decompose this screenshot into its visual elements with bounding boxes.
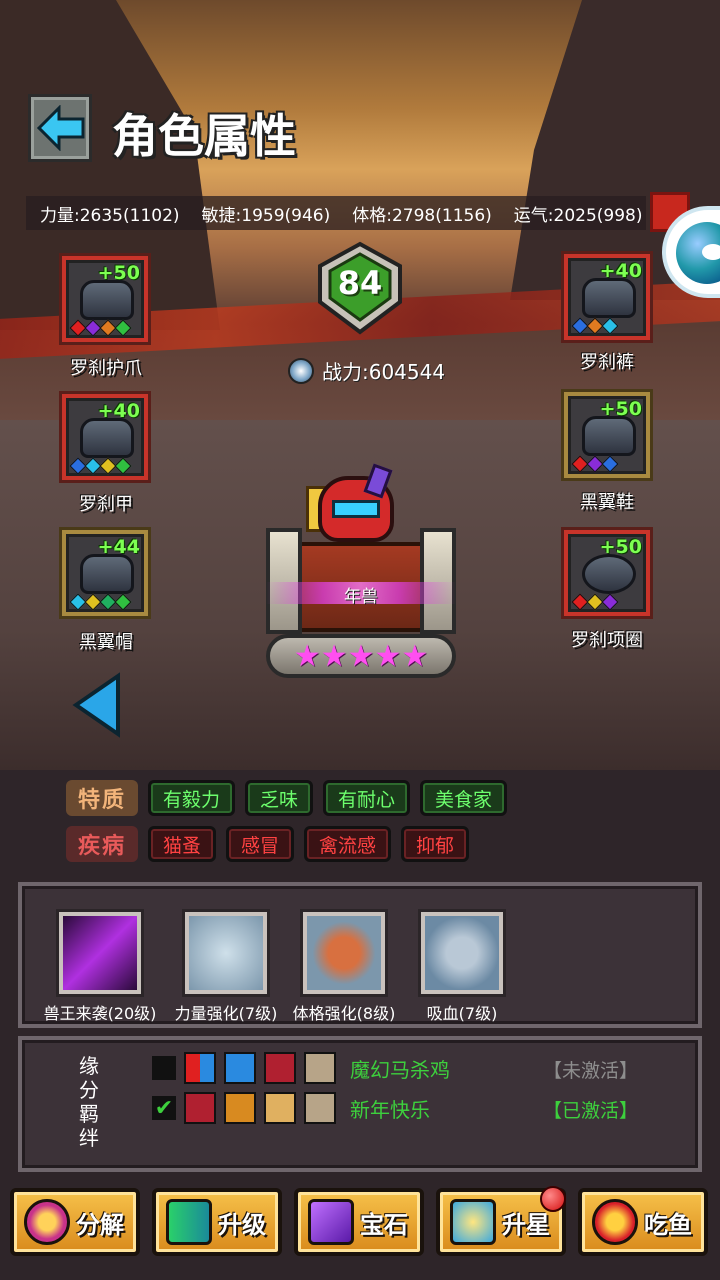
gem-button[interactable]: 宝石: [294, 1188, 424, 1256]
skill-beast-king[interactable]: 兽王来袭(20级): [40, 912, 160, 1024]
hero-sprite[interactable]: [306, 463, 410, 576]
equip-slot-hat[interactable]: +44: [62, 530, 148, 616]
disease-pill[interactable]: 抑郁: [401, 826, 470, 862]
fist-icon: [303, 912, 385, 994]
bond-name: 魔幻马杀鸡: [350, 1057, 450, 1082]
equip-slot-pants[interactable]: +40: [564, 254, 650, 340]
stat-luck: 运气:2025(998): [513, 205, 643, 226]
equip-slot-armor[interactable]: +40: [62, 394, 148, 480]
hero-name: 年兽: [344, 587, 378, 607]
disease-row: 疾病 猫蚤 感冒 禽流感 抑郁: [66, 826, 470, 862]
hero-portrait: [224, 1052, 256, 1084]
empty-portrait: [304, 1052, 336, 1084]
claw-icon: [80, 280, 134, 320]
hero-portrait: [264, 1052, 296, 1084]
notification-dot: [540, 1186, 566, 1212]
gem-sockets: [69, 319, 132, 337]
level-badge: 84: [312, 240, 408, 336]
hero-portrait: [264, 1092, 296, 1124]
gem-sockets: [69, 593, 132, 611]
pants-icon: [582, 278, 636, 318]
equip-label-shoes: 黑翼鞋: [580, 492, 634, 513]
hat-icon: [80, 554, 134, 594]
hero-portrait: [224, 1092, 256, 1124]
empty-portrait: [304, 1092, 336, 1124]
bond-row[interactable]: 魔幻马杀鸡: [152, 1052, 450, 1084]
shoes-icon: [582, 416, 636, 456]
disease-heading: 疾病: [66, 826, 138, 862]
beast-claw-icon: [59, 912, 141, 994]
disease-pill[interactable]: 感冒: [226, 826, 295, 862]
equip-label-armor: 罗刹甲: [79, 494, 133, 515]
equip-label-pants: 罗刹裤: [580, 352, 634, 373]
page-title: 角色属性: [112, 109, 296, 163]
skills-panel: 兽王来袭(20级) 力量强化(7级) 体格强化(8级) 吸血(7级): [18, 882, 702, 1028]
stat-strength: 力量:2635(1102): [40, 205, 180, 226]
gem-sockets: [69, 457, 132, 475]
equip-slot-shoes[interactable]: +50: [564, 392, 650, 478]
skill-label: 吸血(7级): [426, 1004, 498, 1023]
gem-icon: [308, 1199, 354, 1245]
skill-label: 体格强化(8级): [292, 1004, 396, 1023]
decompose-icon: [24, 1199, 70, 1245]
gem-label: 宝石: [360, 1210, 408, 1239]
trait-pill[interactable]: 有耐心: [323, 780, 411, 816]
stat-constitution: 体格:2798(1156): [352, 205, 492, 226]
upgrade-icon: [166, 1199, 212, 1245]
bond-status: 【已激活】: [542, 1100, 638, 1122]
upgrade-button[interactable]: 升级: [152, 1188, 282, 1256]
cross-star-icon: [450, 1199, 496, 1245]
gem-sockets: [571, 593, 619, 611]
gem-sockets: [571, 317, 619, 335]
skill-lifesteal[interactable]: 吸血(7级): [402, 912, 522, 1024]
star-rating: ★★★★★: [266, 634, 456, 678]
eat-fish-label: 吃鱼: [644, 1210, 692, 1239]
skill-label: 兽王来袭(20级): [43, 1004, 157, 1023]
combat-power: 战力:604544: [288, 356, 445, 385]
bond-name: 新年快乐: [350, 1097, 430, 1122]
shield-icon: [288, 357, 314, 384]
upgrade-label: 升级: [218, 1210, 266, 1239]
cup-icon: [421, 912, 503, 994]
bond-checkbox: [152, 1056, 176, 1080]
disease-pill[interactable]: 禽流感: [304, 826, 392, 862]
trait-pill[interactable]: 有毅力: [148, 780, 236, 816]
hero-portrait: [184, 1052, 216, 1084]
trait-row: 特质 有毅力 乏味 有耐心 美食家: [66, 780, 508, 816]
skill-strength-boost[interactable]: 力量强化(7级): [166, 912, 286, 1024]
stat-agility: 敏捷:1959(946): [201, 205, 331, 226]
fish-icon: [592, 1199, 638, 1245]
skill-label: 力量强化(7级): [174, 1004, 278, 1023]
equip-slot-necklace[interactable]: +50: [564, 530, 650, 616]
decompose-label: 分解: [76, 1210, 124, 1239]
equip-label-necklace: 罗刹项圈: [571, 630, 643, 651]
decompose-button[interactable]: 分解: [10, 1188, 140, 1256]
bond-status: 【未激活】: [542, 1060, 638, 1082]
equip-slot-claw[interactable]: +50: [62, 256, 148, 342]
attribute-bar: 力量:2635(1102) 敏捷:1959(946) 体格:2798(1156)…: [26, 196, 646, 230]
disease-pill[interactable]: 猫蚤: [148, 826, 217, 862]
trait-pill[interactable]: 美食家: [420, 780, 508, 816]
hero-portrait: [184, 1092, 216, 1124]
star-up-label: 升星: [502, 1210, 550, 1239]
gem-sockets: [571, 455, 619, 473]
trait-pill[interactable]: 乏味: [245, 780, 314, 816]
bond-checkbox: ✔: [152, 1096, 176, 1121]
bond-row[interactable]: ✔ 新年快乐: [152, 1092, 430, 1124]
armor-icon: [80, 418, 134, 458]
bonds-panel: 缘分羁绊 魔幻马杀鸡 【未激活】 ✔ 新年快乐 【已激活】: [18, 1036, 702, 1172]
bonds-heading: 缘分羁绊: [79, 1054, 99, 1150]
equip-label-claw: 罗刹护爪: [70, 358, 142, 379]
level-value: 84: [337, 264, 383, 302]
prev-hero-arrow-icon[interactable]: [72, 672, 122, 738]
back-button[interactable]: [28, 94, 92, 162]
trait-heading: 特质: [66, 780, 138, 816]
combat-power-value: 战力:604544: [322, 360, 446, 384]
back-arrow-icon: [37, 105, 85, 151]
equip-label-hat: 黑翼帽: [79, 632, 133, 653]
eat-fish-button[interactable]: 吃鱼: [578, 1188, 708, 1256]
skill-constitution-boost[interactable]: 体格强化(8级): [284, 912, 404, 1024]
sword-icon: [185, 912, 267, 994]
necklace-icon: [582, 554, 636, 594]
